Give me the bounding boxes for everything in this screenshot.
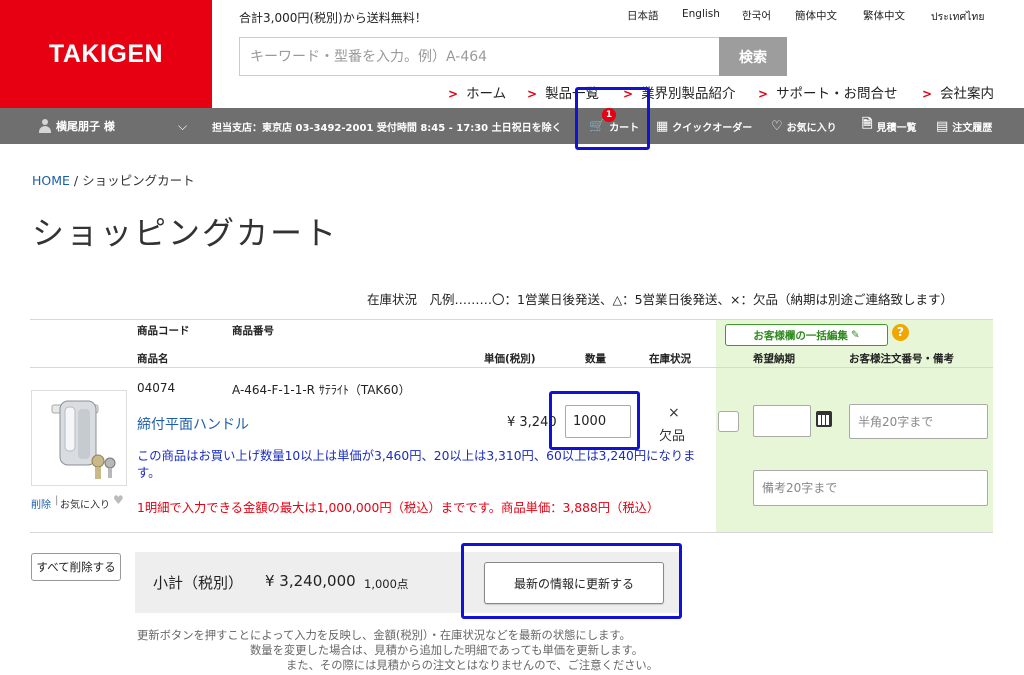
subtotal-label: 小計（税別）	[153, 574, 244, 592]
nav-company[interactable]: > 会社案内	[922, 82, 994, 102]
subtotal-points: 1,000点	[364, 577, 409, 591]
stock-status-text: 欠品	[659, 429, 686, 444]
heart-icon: ♡	[771, 118, 783, 134]
lang-japanese[interactable]: 日本語	[627, 8, 659, 23]
chevron-right-icon: >	[922, 87, 933, 101]
logo-text: TAKIGEN	[48, 39, 164, 68]
nav-support[interactable]: > サポート・お問合せ	[758, 82, 898, 102]
table-divider	[30, 319, 993, 320]
bulk-edit-button[interactable]: お客様欄の一括編集 ✎	[725, 324, 888, 346]
subtotal-value: ¥ 3,240,000	[265, 572, 356, 590]
free-shipping-notice: 合計3,000円(税別)から送料無料！	[239, 11, 427, 25]
grid-icon: ▦	[656, 118, 669, 134]
header-product-name: 商品名	[137, 353, 169, 365]
remarks-input[interactable]	[753, 470, 988, 506]
stock-legend: 在庫状況 凡例………〇：1営業日後発送、△：5営業日後発送、×：欠品（納期は別途…	[367, 292, 953, 307]
product-name-link[interactable]: 締付平面ハンドル	[137, 414, 249, 434]
update-note: また、その際には見積からの注文とはなりませんので、ご注意ください。	[286, 659, 659, 672]
product-image[interactable]	[31, 390, 127, 486]
help-icon[interactable]: ?	[892, 324, 909, 341]
table-divider	[30, 367, 993, 368]
product-number: A-464-F-1-1-R ｻﾃﾗｲﾄ（TAK60）	[232, 383, 411, 397]
row-checkbox[interactable]	[718, 411, 739, 432]
page-title: ショッピングカート	[32, 214, 339, 252]
lang-simplified-chinese[interactable]: 簡体中文	[795, 8, 837, 23]
delivery-date-input[interactable]	[753, 405, 811, 437]
header-product-number: 商品番号	[232, 325, 274, 337]
branch-info: 担当支店：東京店 03-3492-2001 受付時間 8:45 - 17:30 …	[212, 122, 562, 134]
receipt-icon: ▤	[936, 118, 949, 134]
table-divider	[30, 532, 993, 533]
breadcrumb-current: ショッピングカート	[82, 173, 195, 188]
header-stock: 在庫状況	[649, 353, 691, 365]
language-switcher: 日本語 English 한국어 簡体中文 繁体中文 ประเทศไทย	[600, 8, 1000, 24]
pencil-icon: ✎	[850, 329, 860, 341]
heart-icon[interactable]: ♥	[113, 493, 124, 507]
document-icon: 🗎	[862, 117, 873, 132]
chevron-down-icon[interactable]: ⌵	[178, 108, 187, 144]
highlight-box	[549, 391, 640, 450]
lang-english[interactable]: English	[682, 8, 720, 20]
header-order-number: お客様注文番号・備考	[849, 353, 954, 365]
lang-traditional-chinese[interactable]: 繁体中文	[863, 8, 905, 23]
header-product-code: 商品コード	[137, 325, 190, 337]
lang-thai[interactable]: ประเทศไทย	[931, 8, 984, 25]
header-quantity: 数量	[585, 353, 606, 365]
highlight-box	[461, 543, 682, 619]
stock-status-symbol: ×	[668, 405, 680, 421]
highlight-box	[575, 87, 650, 150]
add-favorite-link[interactable]: お気に入り	[60, 496, 110, 511]
amount-limit-notice: 1明細で入力できる金額の最大は1,000,000円（税込）までです。商品単価：3…	[137, 501, 660, 515]
search-button[interactable]: 検索	[719, 37, 787, 76]
quick-order-link[interactable]: ▦ クイックオーダー	[656, 108, 752, 144]
chevron-right-icon: >	[527, 87, 538, 101]
lang-korean[interactable]: 한국어	[742, 8, 771, 23]
user-bar: 横尾朋子 様 ⌵ 担当支店：東京店 03-3492-2001 受付時間 8:45…	[0, 108, 1024, 144]
volume-discount-notice: この商品はお買い上げ数量10以上は単価が3,460円、20以上は3,310円、6…	[137, 449, 696, 480]
order-history-link[interactable]: ▤ 注文履歴	[936, 108, 992, 144]
chevron-right-icon: >	[758, 87, 769, 101]
breadcrumb-home[interactable]: HOME	[32, 173, 70, 188]
favorites-link[interactable]: ♡ お気に入り	[771, 108, 837, 144]
main-nav: > ホーム > 製品一覧 > 業界別製品紹介 > サポート・お問合せ > 会社案内	[440, 82, 1020, 102]
calendar-icon[interactable]	[816, 411, 832, 427]
header-unit-price: 単価(税別)	[484, 353, 536, 365]
user-icon	[38, 119, 52, 133]
delete-all-button[interactable]: すべて削除する	[31, 553, 121, 581]
user-menu[interactable]: 横尾朋子 様	[38, 108, 115, 144]
quotes-link[interactable]: 🗎 見積一覧	[862, 108, 916, 144]
remove-item-link[interactable]: 削除	[31, 496, 51, 511]
takigen-logo[interactable]: TAKIGEN	[0, 0, 212, 108]
update-note: 更新ボタンを押すことによって入力を反映し、金額(税別）・在庫状況などを最新の状態…	[137, 629, 631, 642]
search-input[interactable]	[239, 37, 719, 76]
chevron-right-icon: >	[448, 87, 459, 101]
breadcrumb: HOME / ショッピングカート	[32, 173, 195, 188]
separator: |	[55, 495, 59, 506]
header-delivery-date: 希望納期	[753, 353, 795, 365]
product-code: 04074	[137, 381, 176, 395]
order-number-input[interactable]	[849, 404, 988, 439]
nav-home[interactable]: > ホーム	[448, 82, 506, 102]
update-note: 数量を変更した場合は、見積から追加した明細であっても単価を更新します。	[250, 644, 644, 657]
